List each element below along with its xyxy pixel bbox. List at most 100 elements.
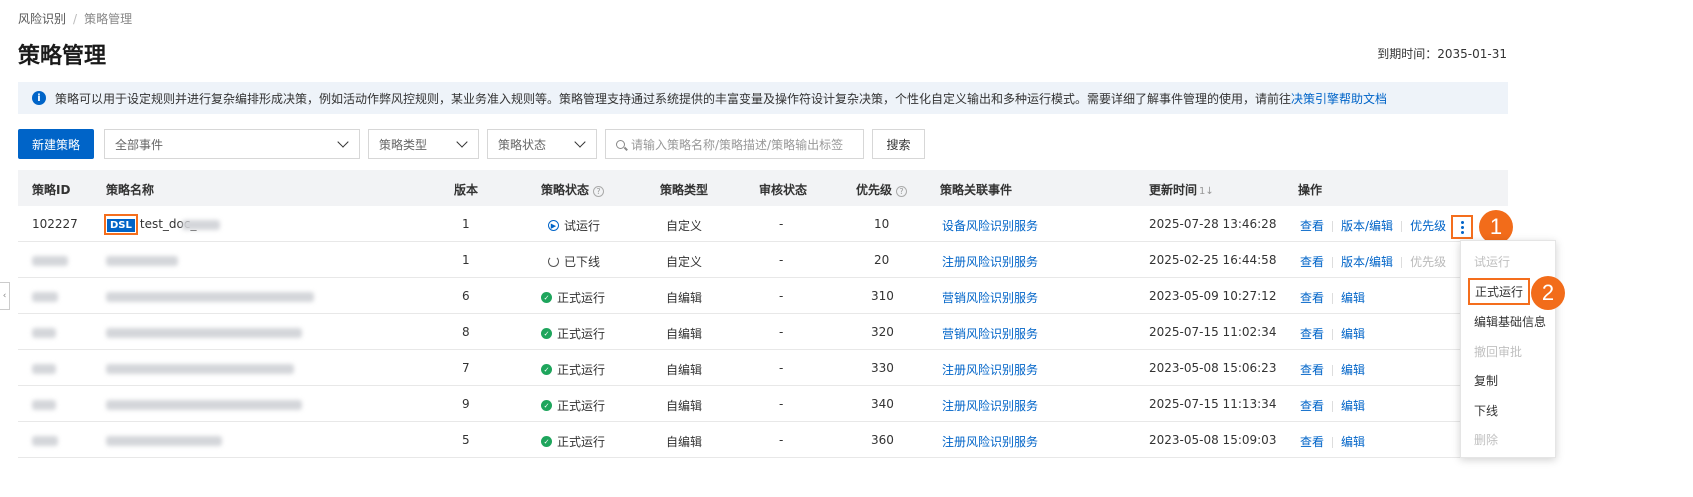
cell-event-link[interactable]: 设备风险识别服务 [942,217,1038,234]
collapse-handle[interactable]: ‹ [0,282,10,310]
view-link[interactable]: 查看 [1300,219,1324,233]
more-vertical-icon [1460,220,1464,224]
edit-link[interactable]: 编辑 [1341,291,1365,305]
edit-link[interactable]: 编辑 [1341,435,1365,449]
status-select[interactable]: 策略状态 [487,129,597,159]
row-ops: 查看 版本/编辑 优先级 [1300,217,1446,234]
cell-updated: 2023-05-09 10:27:12 [1149,289,1277,303]
help-icon[interactable]: ? [896,186,908,197]
edit-link[interactable]: 编辑 [1341,399,1365,413]
divider [1401,221,1403,232]
help-icon[interactable]: ? [593,186,605,197]
cell-priority: 360 [871,433,894,447]
menu-item-edit-basic-info[interactable]: 编辑基础信息 [1474,313,1546,330]
table-row: 8 ✓ 正式运行 自编辑 - 320 营销风险识别服务 2025-07-15 11… [18,314,1508,350]
divider [1401,257,1403,268]
col-priority-label: 优先级 [856,183,893,197]
callout-badge-2: 2 [1531,276,1565,310]
col-type: 策略类型 [660,183,709,197]
search-button[interactable]: 搜索 [872,129,925,159]
cell-type: 自编辑 [666,399,703,413]
priority-link[interactable]: 优先级 [1410,219,1446,233]
cell-updated: 2025-07-15 11:02:34 [1149,325,1277,339]
menu-item-offline[interactable]: 下线 [1474,402,1498,419]
status-text: 正式运行 [557,327,606,341]
cell-review: - [779,433,784,447]
play-icon: ▶ [548,220,559,231]
new-strategy-button[interactable]: 新建策略 [18,129,94,159]
edit-link[interactable]: 编辑 [1341,327,1365,341]
row-ops: 查看 版本/编辑 优先级 [1300,253,1446,270]
col-updated-label: 更新时间 [1149,183,1198,197]
cell-priority: 20 [874,253,890,267]
sort-icon[interactable]: 1↓ [1199,186,1214,197]
view-link[interactable]: 查看 [1300,363,1324,377]
status-text: 正式运行 [557,363,606,377]
cell-event-link[interactable]: 注册风险识别服务 [942,397,1038,414]
more-actions-menu: 试运行 正式运行 编辑基础信息 撤回审批 复制 下线 删除 [1460,240,1556,458]
cell-id: 102227 [32,217,78,231]
cell-priority: 340 [871,397,894,411]
cell-version: 8 [462,325,470,339]
event-select[interactable]: 全部事件 [104,129,360,159]
help-doc-link[interactable]: 决策引擎帮助文档 [1291,90,1387,107]
table-row: 102227 DSL test_doc_ 1 ▶ 试运行 自定义 - 10 设备风险… [18,206,1508,242]
search-input[interactable]: 请输入策略名称/策略描述/策略输出标签 [605,129,864,159]
redacted-id [32,292,58,302]
cell-priority: 320 [871,325,894,339]
row-ops: 查看 编辑 [1300,433,1365,450]
cell-version: 1 [462,253,470,267]
cell-updated: 2025-07-28 13:46:28 [1149,217,1277,231]
divider [1332,293,1334,304]
status-text: 试运行 [564,219,601,233]
menu-item-copy[interactable]: 复制 [1474,372,1498,389]
version-edit-link[interactable]: 版本/编辑 [1341,255,1393,269]
menu-item-trial-run: 试运行 [1474,255,1511,269]
cell-review: - [779,361,784,375]
cell-event-link[interactable]: 营销风险识别服务 [942,289,1038,306]
cell-type: 自编辑 [666,327,703,341]
cell-updated: 2023-05-08 15:09:03 [1149,433,1277,447]
more-vertical-icon [1460,230,1464,234]
redacted-name [106,400,302,410]
redacted-id [32,256,68,266]
status-text: 正式运行 [557,291,606,305]
type-select[interactable]: 策略类型 [368,129,479,159]
check-circle-icon: ✓ [541,328,552,339]
view-link[interactable]: 查看 [1300,399,1324,413]
view-link[interactable]: 查看 [1300,327,1324,341]
divider [1332,365,1334,376]
type-select-value: 策略类型 [379,137,428,152]
view-link[interactable]: 查看 [1300,255,1324,269]
table-row: 1 已下线 自定义 - 20 注册风险识别服务 2025-02-25 16:44… [18,242,1508,278]
breadcrumb-root[interactable]: 风险识别 [18,12,66,26]
view-link[interactable]: 查看 [1300,435,1324,449]
view-link[interactable]: 查看 [1300,291,1324,305]
redacted-id [32,436,58,446]
menu-item-formal-run[interactable]: 正式运行 [1468,278,1531,305]
cell-version: 5 [462,433,470,447]
cell-event-link[interactable]: 注册风险识别服务 [942,433,1038,450]
cell-type: 自编辑 [666,363,703,377]
cell-status: ▶ 试运行 [548,217,600,234]
row-ops: 查看 编辑 [1300,289,1365,306]
chevron-down-icon [337,136,349,148]
col-updated[interactable]: 更新时间 1↓ [1149,181,1214,198]
edit-link[interactable]: 编辑 [1341,363,1365,377]
col-ops: 操作 [1298,183,1323,197]
cell-priority: 10 [874,217,890,231]
search-icon [616,139,625,149]
check-circle-icon: ✓ [541,436,552,447]
redacted-id [32,328,56,338]
redacted-id [32,400,56,410]
page: 风险识别 / 策略管理 策略管理 到期时间：2035-01-31 i 策略可以用于设… [0,0,1693,497]
more-actions-button[interactable] [1451,215,1473,239]
row-ops: 查看 编辑 [1300,361,1365,378]
cell-updated: 2025-07-15 11:13:34 [1149,397,1277,411]
cell-event-link[interactable]: 注册风险识别服务 [942,253,1038,270]
event-select-value: 全部事件 [115,137,164,152]
cell-event-link[interactable]: 营销风险识别服务 [942,325,1038,342]
version-edit-link[interactable]: 版本/编辑 [1341,219,1393,233]
cell-version: 7 [462,361,470,375]
cell-event-link[interactable]: 注册风险识别服务 [942,361,1038,378]
